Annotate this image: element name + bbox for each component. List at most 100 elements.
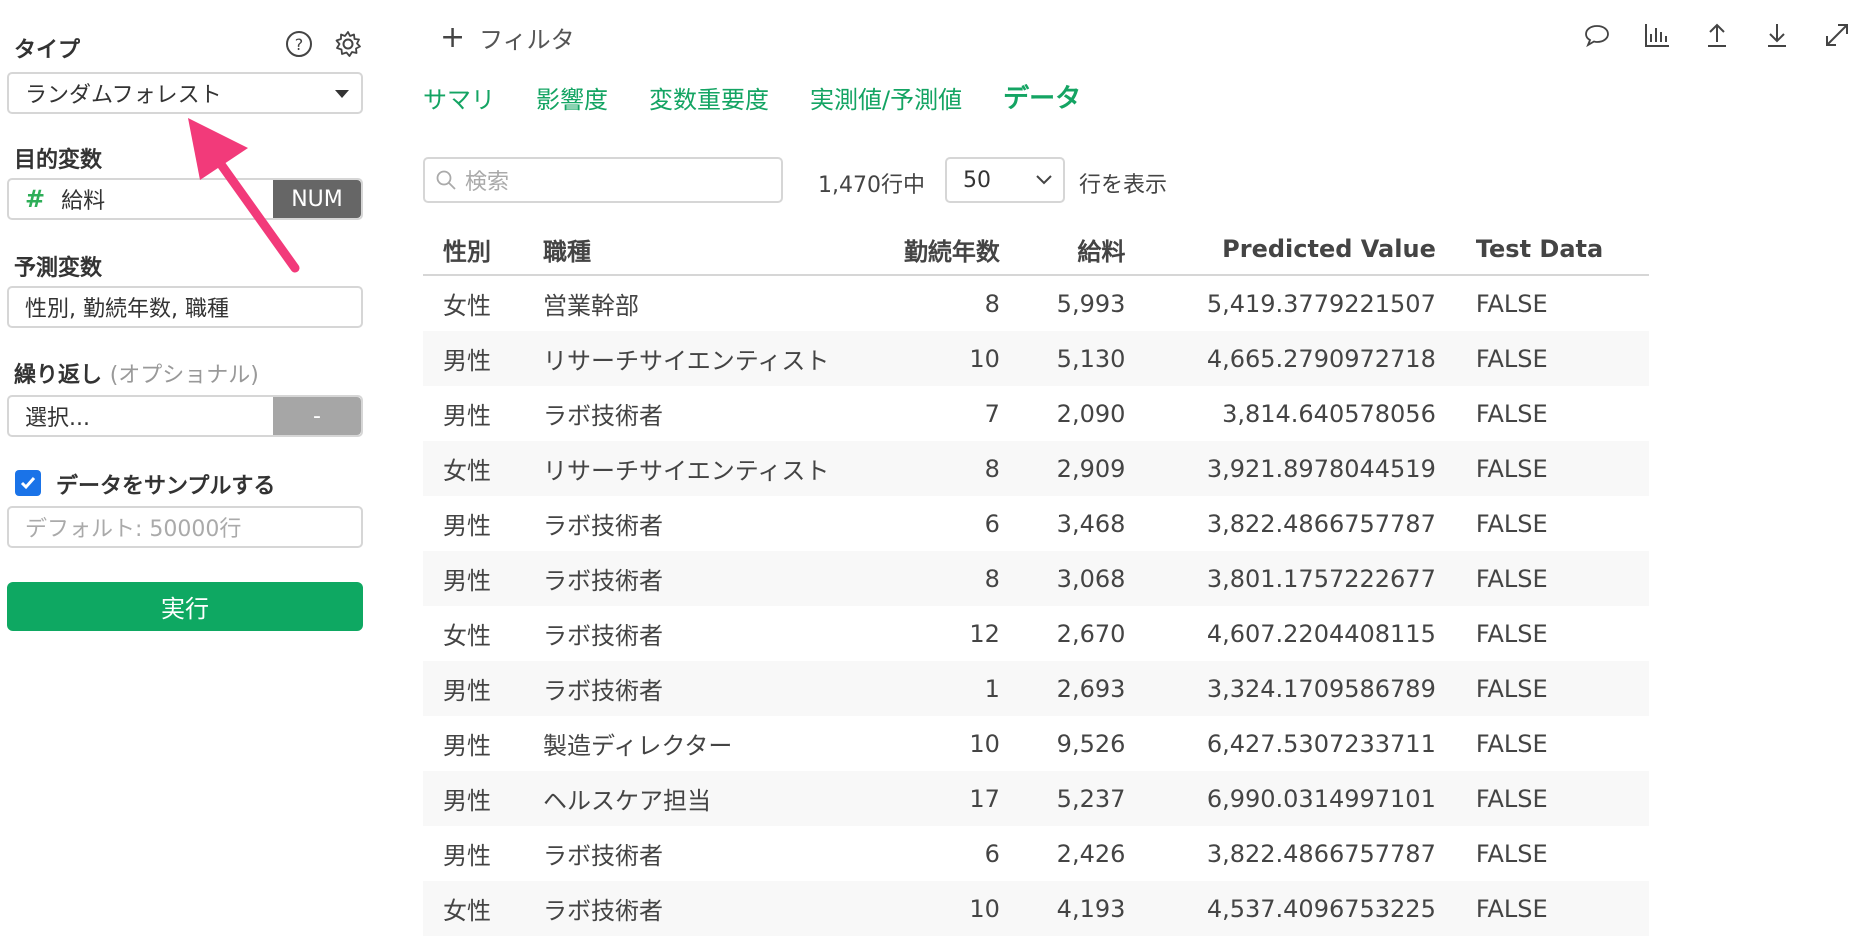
table-cell: 男性 [443, 512, 491, 540]
table-cell: 女性 [423, 441, 523, 496]
table-row[interactable]: 女性 ラボ技術者 10 4,193 4,537.4096753225 FALSE [423, 881, 1649, 936]
table-cell: 3,468 [1056, 509, 1126, 538]
page-size-value: 50 [963, 167, 991, 193]
table-cell: 女性 [443, 622, 491, 650]
chevron-down-icon [1036, 175, 1052, 185]
table-cell: 男性 [443, 842, 491, 870]
table-cell: 17 [863, 771, 1020, 826]
svg-text:?: ? [295, 35, 304, 54]
table-cell: FALSE [1455, 441, 1649, 496]
tab-summary[interactable]: サマリ [423, 80, 495, 115]
tab-influence[interactable]: 影響度 [536, 80, 608, 115]
comment-icon[interactable] [1582, 20, 1612, 50]
table-header-row: 性別 職種 勤続年数 給料 Predicted Value Test Data [423, 224, 1649, 276]
predictor-label: 予測変数 [14, 256, 103, 281]
table-row[interactable]: 女性 ラボ技術者 12 2,670 4,607.2204408115 FALSE [423, 606, 1649, 661]
upload-icon[interactable] [1702, 20, 1732, 50]
download-icon[interactable] [1762, 20, 1792, 50]
table-row[interactable]: 男性 ラボ技術者 6 2,426 3,822.4866757787 FALSE [423, 826, 1649, 881]
sample-size-input[interactable]: デフォルト: 50000行 [7, 506, 363, 548]
table-cell: 7 [984, 399, 1000, 428]
column-header[interactable]: 性別 [423, 224, 523, 276]
column-header[interactable]: Predicted Value [1145, 224, 1456, 276]
expand-icon[interactable] [1822, 20, 1852, 50]
column-header[interactable]: 勤続年数 [863, 224, 1020, 276]
table-row[interactable]: 女性 リサーチサイエンティスト 8 2,909 3,921.8978044519 FALS… [423, 441, 1649, 496]
search-placeholder: 検索 [465, 170, 510, 195]
tab-variable-importance[interactable]: 変数重要度 [649, 80, 769, 115]
table-row[interactable]: 男性 製造ディレクター 10 9,526 6,427.5307233711 FALSE [423, 716, 1649, 771]
table-row[interactable]: 男性 ラボ技術者 6 3,468 3,822.4866757787 FALSE [423, 496, 1649, 551]
run-button[interactable]: 実行 [7, 582, 363, 631]
table-cell: 8 [863, 551, 1020, 606]
table-cell: ラボ技術者 [523, 661, 863, 716]
table-cell: 女性 [443, 292, 491, 320]
repeat-select-value: 選択... [25, 406, 90, 431]
search-input[interactable]: 検索 [423, 157, 783, 203]
table-cell: FALSE [1455, 661, 1649, 716]
repeat-clear-button[interactable]: - [273, 397, 361, 435]
table-cell: 6 [984, 509, 1000, 538]
tab-data[interactable]: データ [1003, 78, 1081, 115]
table-cell: ラボ技術者 [543, 512, 663, 540]
table-cell: 4,607.2204408115 [1206, 619, 1436, 648]
table-cell: FALSE [1475, 289, 1548, 318]
table-cell: 5,130 [1019, 331, 1146, 386]
table-cell: FALSE [1475, 399, 1548, 428]
table-cell: FALSE [1475, 729, 1548, 758]
filter-button[interactable]: + フィルタ [440, 20, 575, 55]
table-cell: 男性 [423, 331, 523, 386]
table-cell: ラボ技術者 [543, 402, 663, 430]
table-cell: 10 [969, 729, 1000, 758]
table-row[interactable]: 女性 営業幹部 8 5,993 5,419.3779221507 FALSE [423, 275, 1649, 331]
type-select[interactable]: ランダムフォレスト [7, 72, 363, 114]
table-cell: 6,990.0314997101 [1145, 771, 1456, 826]
table-cell: ラボ技術者 [543, 842, 663, 870]
table-cell: FALSE [1455, 331, 1649, 386]
search-icon [436, 170, 456, 190]
repeat-optional-text: (オプショナル) [109, 363, 259, 388]
column-header[interactable]: Test Data [1455, 224, 1649, 276]
type-select-value: ランダムフォレスト [25, 83, 222, 108]
tab-actual-vs-predicted[interactable]: 実測値/予測値 [810, 80, 962, 115]
numeric-hash-icon: # [25, 185, 46, 213]
column-header[interactable]: 職種 [523, 224, 863, 276]
checkmark-icon [20, 477, 36, 490]
table-row[interactable]: 男性 リサーチサイエンティスト 10 5,130 4,665.2790972718 FAL… [423, 331, 1649, 386]
table-cell: 2,426 [1056, 839, 1126, 868]
table-cell: 3,801.1757222677 [1145, 551, 1456, 606]
target-field-value: 給料 [61, 189, 106, 214]
sample-checkbox[interactable] [15, 470, 41, 496]
column-header[interactable]: 給料 [1019, 224, 1146, 276]
table-cell: 8 [984, 289, 1000, 318]
repeat-label-text: 繰り返し [14, 363, 103, 388]
gear-icon[interactable] [334, 30, 362, 58]
table-cell: ヘルスケア担当 [523, 771, 863, 826]
table-cell: 2,693 [1019, 661, 1146, 716]
table-row[interactable]: 男性 ラボ技術者 8 3,068 3,801.1757222677 FALSE [423, 551, 1649, 606]
chart-icon[interactable] [1642, 20, 1672, 50]
table-row[interactable]: 男性 ラボ技術者 7 2,090 3,814.640578056 FALSE [423, 386, 1649, 441]
help-icon[interactable]: ? [285, 30, 313, 58]
table-cell: 5,419.3779221507 [1206, 289, 1436, 318]
table-cell: 営業幹部 [543, 292, 639, 320]
table-cell: FALSE [1455, 771, 1649, 826]
table-cell: 5,237 [1019, 771, 1146, 826]
table-cell: 3,814.640578056 [1222, 399, 1436, 428]
table-cell: 4,193 [1019, 881, 1146, 936]
predictor-field[interactable]: 性別, 勤続年数, 職種 [7, 286, 363, 328]
chevron-down-icon [335, 90, 349, 98]
row-count: 1,470行中 [818, 173, 925, 198]
sample-size-placeholder: デフォルト: 50000行 [25, 517, 242, 542]
table-row[interactable]: 男性 ヘルスケア担当 17 5,237 6,990.0314997101 FALSE [423, 771, 1649, 826]
table-cell: 男性 [423, 661, 523, 716]
table-cell: 男性 [443, 732, 491, 760]
table-cell: 4,665.2790972718 [1145, 331, 1456, 386]
page-size-select[interactable]: 50 [945, 157, 1065, 203]
table-cell: FALSE [1455, 881, 1649, 936]
table-cell: 女性 [423, 881, 523, 936]
table-row[interactable]: 男性 ラボ技術者 1 2,693 3,324.1709586789 FALSE [423, 661, 1649, 716]
table-cell: 3,324.1709586789 [1145, 661, 1456, 716]
data-table: 性別 職種 勤続年数 給料 Predicted Value Test Data … [423, 224, 1649, 936]
repeat-select[interactable]: 選択... - [7, 395, 363, 437]
